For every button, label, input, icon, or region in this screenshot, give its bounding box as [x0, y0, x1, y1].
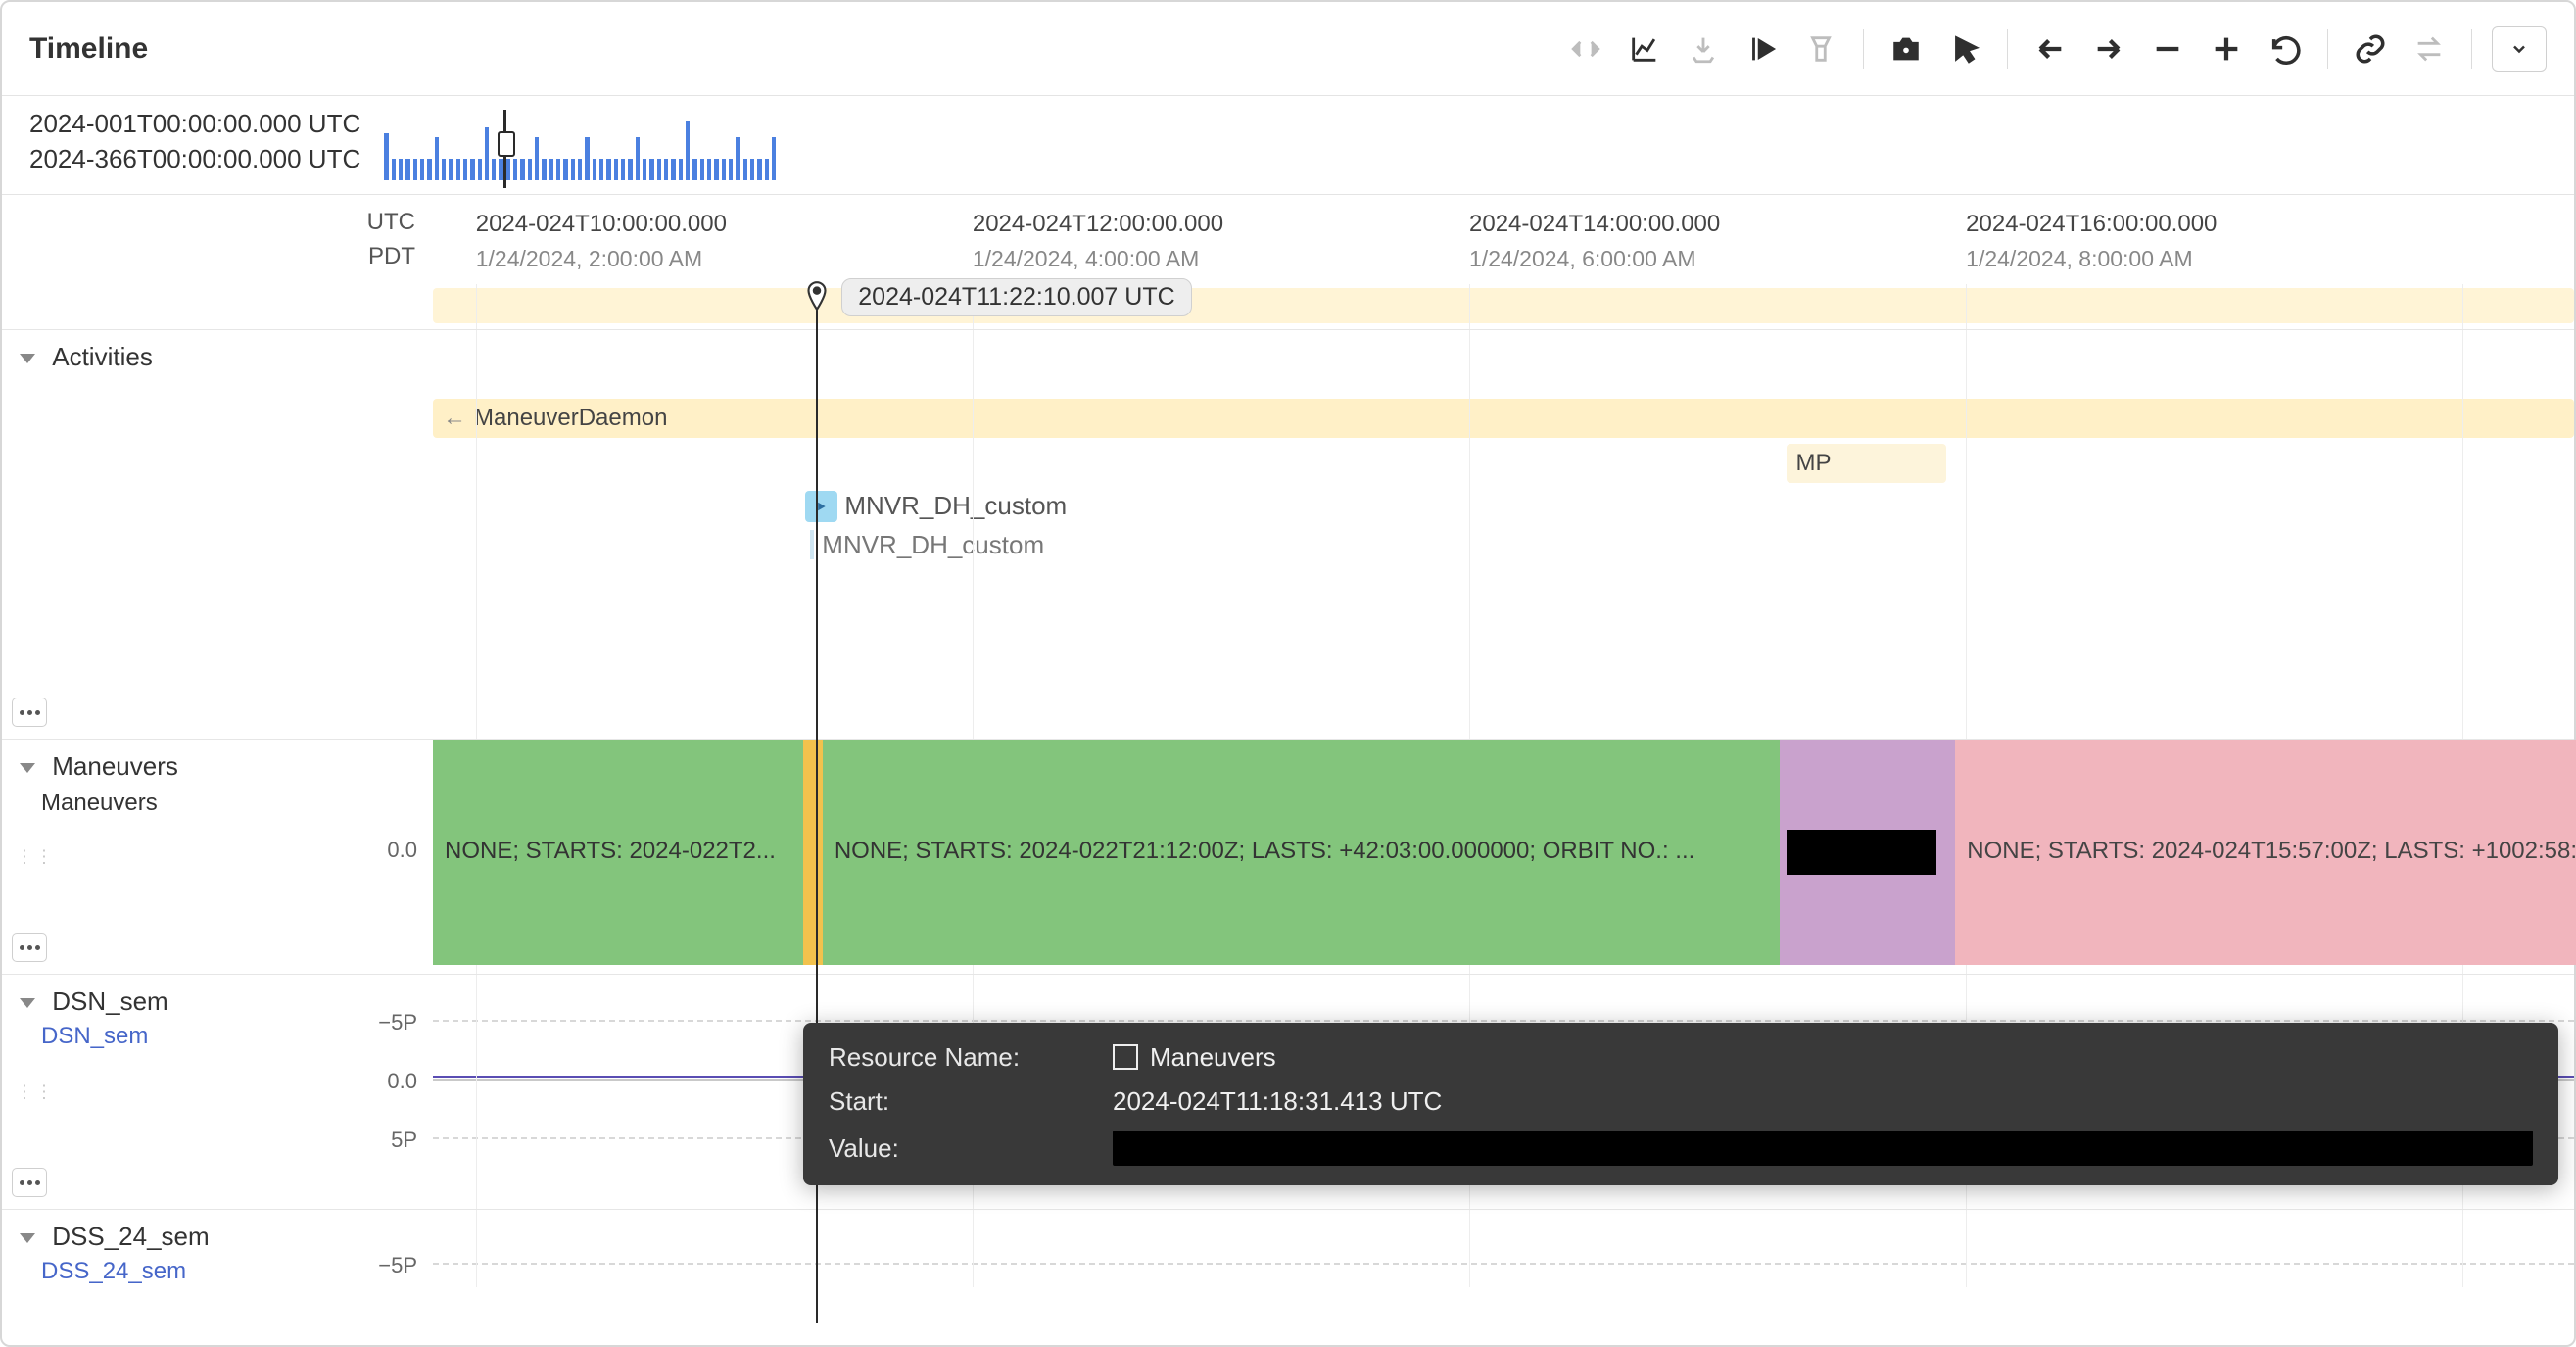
tooltip-resource-label: Resource Name:	[829, 1042, 1093, 1073]
row-activities-label: Activities	[52, 342, 153, 371]
axis-label: 0.0	[387, 838, 417, 863]
maneuver-segment-label: NONE; STARTS: 2024-022T2...	[445, 838, 793, 865]
line-chart-icon[interactable]	[1622, 26, 1667, 72]
maneuver-segment-label: NONE; STARTS: 2024-024T15:57:00Z; LASTS:…	[1967, 838, 2576, 865]
maneuver-segment[interactable]: NONE; STARTS: 2024-022T21:12:00Z; LASTS:…	[823, 740, 1780, 965]
tooltip-panel: Resource Name: Maneuvers Start: 2024-024…	[803, 1023, 2558, 1185]
row-maneuvers-label: Maneuvers	[52, 751, 178, 781]
link-icon[interactable]	[2348, 26, 2393, 72]
activity-mnvr-marker[interactable]	[805, 491, 837, 522]
time-range-end: 2024-366T00:00:00.000 UTC	[29, 141, 360, 176]
axis-label: −5P	[378, 1010, 417, 1035]
cursor-icon[interactable]	[1942, 26, 1987, 72]
row-dsn-link[interactable]: DSN_sem	[41, 1023, 415, 1050]
maneuver-segment[interactable]	[803, 740, 823, 965]
toolbar	[1563, 26, 2547, 72]
ruler-tz-primary: UTC	[367, 206, 415, 240]
maneuver-segment-label: NONE; STARTS: 2024-022T21:12:00Z; LASTS:…	[835, 838, 1770, 865]
arrow-right-icon[interactable]	[2086, 26, 2131, 72]
ruler-tick: 2024-024T12:00:00.0001/24/2024, 4:00:00 …	[973, 207, 1223, 276]
time-range-start: 2024-001T00:00:00.000 UTC	[29, 106, 360, 141]
row-menu-button[interactable]	[12, 933, 47, 962]
tooltip-value-redacted	[1113, 1131, 2533, 1166]
playhead-pin-icon[interactable]	[804, 280, 830, 306]
axis-label: 5P	[391, 1128, 417, 1153]
row-dss24-link[interactable]: DSS_24_sem	[41, 1258, 415, 1285]
row-maneuvers-sublabel: Maneuvers	[41, 790, 415, 817]
row-dss24-label: DSS_24_sem	[52, 1222, 209, 1251]
axis-label: −5P	[378, 1253, 417, 1278]
maneuver-segment[interactable]: NONE; STARTS: 2024-022T2...	[433, 740, 803, 965]
tooltip-value-label: Value:	[829, 1133, 1093, 1164]
chevron-down-icon[interactable]	[20, 763, 35, 773]
undo-icon[interactable]	[2263, 26, 2308, 72]
cut-icon[interactable]	[1798, 26, 1843, 72]
chevron-down-icon[interactable]	[20, 998, 35, 1008]
ruler-tick: 2024-024T10:00:00.0001/24/2024, 2:00:00 …	[476, 207, 727, 276]
more-dropdown[interactable]	[2492, 26, 2547, 72]
plus-icon[interactable]	[2204, 26, 2249, 72]
activity-mnvr-label-2: MNVR_DH_custom	[822, 530, 1044, 560]
ruler-tick: 2024-024T14:00:00.0001/24/2024, 6:00:00 …	[1469, 207, 1720, 276]
play-filled-icon[interactable]	[1740, 26, 1785, 72]
row-menu-button[interactable]	[12, 698, 47, 727]
playhead-highlight-band	[433, 288, 2574, 323]
axis-label: 0.0	[387, 1069, 417, 1094]
activity-label: ManeuverDaemon	[474, 405, 667, 432]
chevron-down-icon[interactable]	[20, 1233, 35, 1243]
maneuver-segment[interactable]: NONE; STARTS: 2024-024T15:57:00Z; LASTS:…	[1955, 740, 2576, 965]
code-icon[interactable]	[1563, 26, 1608, 72]
tooltip-start-label: Start:	[829, 1086, 1093, 1117]
row-menu-button[interactable]	[12, 1168, 47, 1197]
camera-icon[interactable]	[1884, 26, 1929, 72]
activity-mp[interactable]: MP	[1787, 444, 1947, 483]
ruler-tick: 2024-024T16:00:00.0001/24/2024, 8:00:00 …	[1966, 207, 2217, 276]
playhead-time: 2024-024T11:22:10.007 UTC	[841, 278, 1191, 316]
minus-icon[interactable]	[2145, 26, 2190, 72]
page-title: Timeline	[29, 32, 148, 66]
left-arrow-icon: ←	[443, 405, 466, 432]
chevron-down-icon[interactable]	[20, 354, 35, 363]
activity-mnvr-tick	[810, 530, 814, 559]
maneuver-segment[interactable]	[1787, 830, 1936, 875]
activity-mnvr-label: MNVR_DH_custom	[844, 491, 1067, 521]
download-icon[interactable]	[1681, 26, 1726, 72]
tooltip-start-value: 2024-024T11:18:31.413 UTC	[1113, 1086, 2533, 1117]
activity-label: MP	[1796, 450, 1832, 477]
ruler-tz-secondary: PDT	[368, 240, 415, 274]
drag-handle-icon[interactable]: ⋮⋮	[16, 1082, 55, 1102]
ruler[interactable]: 2024-024T10:00:00.0001/24/2024, 2:00:00 …	[433, 195, 2574, 284]
row-dsn-label: DSN_sem	[52, 986, 167, 1016]
minimap[interactable]	[384, 106, 776, 180]
arrow-left-icon[interactable]	[2027, 26, 2073, 72]
drag-handle-icon[interactable]: ⋮⋮	[16, 846, 55, 867]
time-range: 2024-001T00:00:00.000 UTC 2024-366T00:00…	[29, 106, 360, 177]
tooltip-resource-value: Maneuvers	[1150, 1042, 1276, 1072]
tooltip-swatch	[1113, 1044, 1138, 1070]
activity-maneuver-daemon[interactable]: ← ManeuverDaemon	[433, 399, 2574, 438]
swap-icon[interactable]	[2407, 26, 2452, 72]
